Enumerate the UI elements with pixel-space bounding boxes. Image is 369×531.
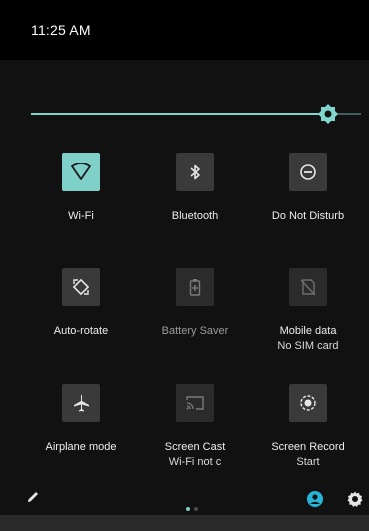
tile-screen-cast[interactable]: Screen Cast Wi-Fi not c — [145, 384, 245, 470]
brightness-slider[interactable] — [31, 102, 361, 126]
tile-auto-rotate[interactable]: Auto-rotate — [31, 268, 131, 339]
bluetooth-icon[interactable] — [176, 153, 214, 191]
tile-label-mobile-data: Mobile data — [279, 325, 337, 337]
edit-icon[interactable] — [25, 489, 41, 505]
user-icon[interactable] — [306, 490, 324, 508]
tile-battery-saver[interactable]: Battery Saver — [145, 268, 245, 339]
tile-mobile-data[interactable]: Mobile data No SIM card — [258, 268, 358, 354]
page-dot-active — [186, 507, 190, 511]
tile-sub-mobile-data: No SIM card — [277, 340, 339, 352]
tile-label-do-not-disturb: Do Not Disturb — [271, 210, 345, 222]
tile-label-bluetooth: Bluetooth — [171, 210, 219, 222]
mobile-data-icon[interactable] — [289, 268, 327, 306]
status-bar: 11:25 AM — [0, 0, 369, 60]
tile-label-auto-rotate: Auto-rotate — [53, 325, 109, 337]
tile-wifi[interactable]: Wi-Fi — [31, 153, 131, 224]
tile-label-airplane-mode: Airplane mode — [45, 441, 117, 453]
tile-sub-screen-cast: Wi-Fi not c — [168, 456, 222, 468]
brightness-track-filled — [31, 113, 328, 115]
tile-label-screen-cast: Screen Cast — [164, 441, 226, 453]
page-indicator — [186, 498, 202, 516]
page-dot — [194, 507, 198, 511]
tile-label-screen-record: Screen Record — [271, 441, 345, 453]
tile-bluetooth[interactable]: Bluetooth — [145, 153, 245, 224]
settings-icon[interactable] — [346, 490, 364, 508]
brightness-thumb-icon[interactable] — [318, 104, 338, 124]
clock: 11:25 AM — [31, 22, 91, 38]
quick-settings-panel: 11:25 AM Wi-Fi Bluetooth Do Not Disturb … — [0, 0, 369, 531]
screen-record-icon[interactable] — [289, 384, 327, 422]
bottom-bar — [0, 515, 369, 531]
tile-do-not-disturb[interactable]: Do Not Disturb — [258, 153, 358, 224]
airplane-icon[interactable] — [62, 384, 100, 422]
tile-sub-screen-record: Start — [296, 456, 320, 468]
wifi-icon[interactable] — [62, 153, 100, 191]
battery-saver-icon[interactable] — [176, 268, 214, 306]
screen-cast-icon[interactable] — [176, 384, 214, 422]
quick-settings-footer — [0, 485, 369, 515]
tile-screen-record[interactable]: Screen Record Start — [258, 384, 358, 470]
tile-label-wifi: Wi-Fi — [68, 210, 94, 222]
tile-label-battery-saver: Battery Saver — [161, 325, 229, 337]
tile-airplane-mode[interactable]: Airplane mode — [31, 384, 131, 455]
auto-rotate-icon[interactable] — [62, 268, 100, 306]
do-not-disturb-icon[interactable] — [289, 153, 327, 191]
